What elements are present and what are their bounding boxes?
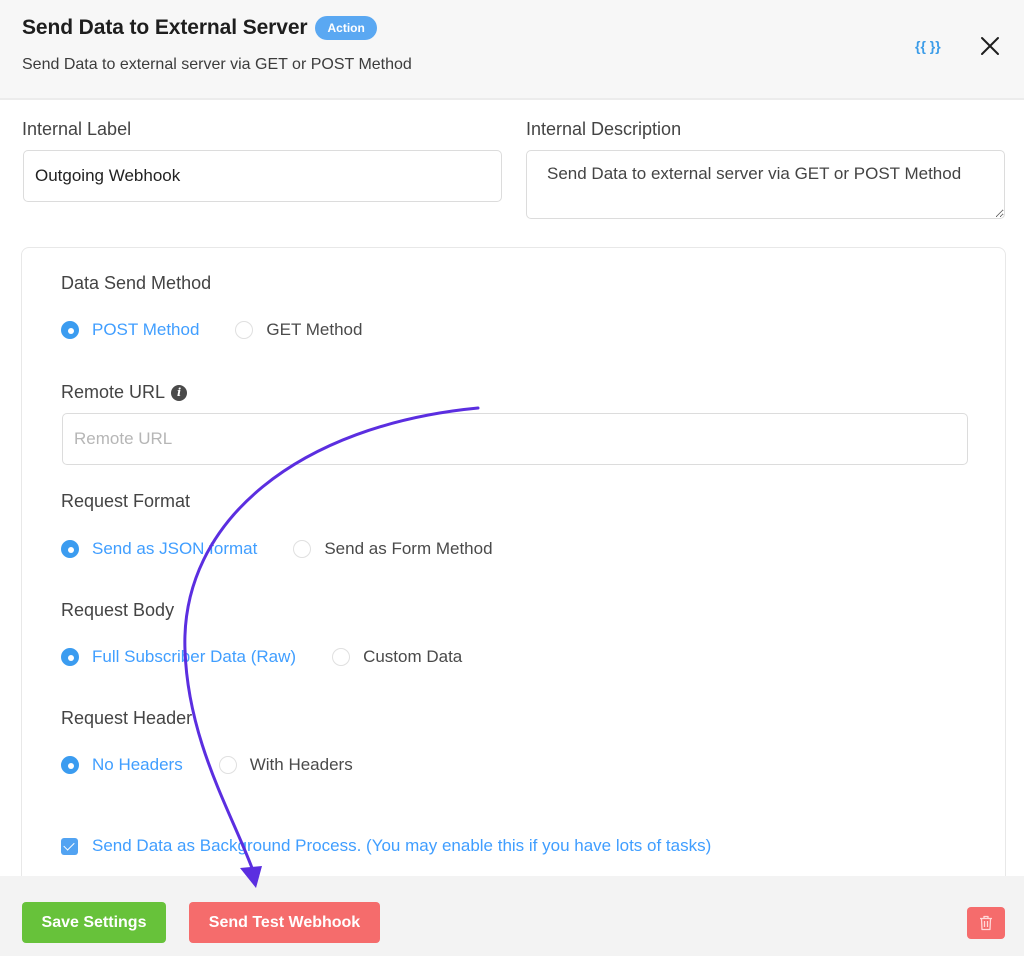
radio-with-headers[interactable]: With Headers [218, 755, 353, 775]
remote-url-input[interactable] [62, 413, 968, 465]
radio-get-method[interactable]: GET Method [235, 320, 362, 340]
internal-description-textarea[interactable]: Send Data to external server via GET or … [526, 150, 1005, 219]
radio-button[interactable] [235, 321, 254, 339]
radio-button[interactable] [61, 321, 79, 339]
request-format-group: Send as JSON format Send as Form Method [61, 539, 529, 559]
data-send-method-label: Data Send Method [61, 273, 212, 293]
info-icon[interactable]: i [171, 384, 188, 401]
radio-button[interactable] [61, 756, 79, 774]
remote-url-label: Remote URL [61, 382, 166, 402]
modal-subtitle: Send Data to external server via GET or … [22, 56, 412, 73]
radio-label: Send as JSON format [92, 539, 258, 558]
radio-form-method[interactable]: Send as Form Method [293, 539, 493, 559]
background-process-label: Send Data as Background Process. (You ma… [92, 836, 712, 855]
smartcode-braces-icon[interactable]: {{ }} [915, 38, 941, 54]
request-body-label: Request Body [61, 600, 175, 620]
radio-custom-data[interactable]: Custom Data [332, 647, 462, 667]
request-body-group: Full Subscriber Data (Raw) Custom Data [61, 647, 498, 667]
title-row: Send Data to External Server Action [22, 16, 377, 40]
radio-label: Send as Form Method [324, 539, 493, 558]
request-header-group: No Headers With Headers [61, 755, 389, 775]
radio-button[interactable] [61, 540, 79, 558]
data-send-method-group: POST Method GET Method [61, 320, 398, 340]
radio-button[interactable] [293, 540, 312, 558]
radio-button[interactable] [218, 756, 237, 774]
delete-button[interactable] [967, 907, 1005, 939]
settings-panel [21, 247, 1006, 907]
action-badge: Action [315, 16, 377, 40]
internal-label-label: Internal Label [22, 119, 132, 139]
send-test-webhook-button[interactable]: Send Test Webhook [189, 902, 380, 943]
trash-icon [980, 915, 992, 931]
radio-json-format[interactable]: Send as JSON format [61, 539, 257, 559]
background-process-checkbox[interactable] [61, 837, 78, 855]
radio-label: No Headers [92, 755, 183, 774]
modal-title: Send Data to External Server [22, 16, 308, 39]
radio-post-method[interactable]: POST Method [61, 320, 199, 340]
radio-label: GET Method [266, 320, 363, 339]
background-process-checkbox-row[interactable]: Send Data as Background Process. (You ma… [61, 836, 711, 856]
radio-button[interactable] [332, 648, 351, 666]
close-icon[interactable] [978, 34, 1002, 58]
radio-label: Custom Data [363, 647, 463, 666]
radio-button[interactable] [61, 648, 79, 666]
save-settings-button[interactable]: Save Settings [22, 902, 166, 943]
internal-label-input[interactable] [23, 150, 502, 202]
request-header-label: Request Header [61, 708, 193, 728]
modal-header: Send Data to External Server Action Send… [0, 0, 1024, 100]
request-format-label: Request Format [61, 491, 191, 511]
internal-description-label: Internal Description [526, 119, 682, 139]
radio-full-subscriber-data[interactable]: Full Subscriber Data (Raw) [61, 647, 296, 667]
radio-no-headers[interactable]: No Headers [61, 755, 183, 775]
radio-label: With Headers [249, 755, 353, 774]
radio-label: Full Subscriber Data (Raw) [92, 647, 297, 666]
remote-url-label-row: Remote URL i [61, 382, 188, 403]
radio-label: POST Method [92, 320, 200, 339]
